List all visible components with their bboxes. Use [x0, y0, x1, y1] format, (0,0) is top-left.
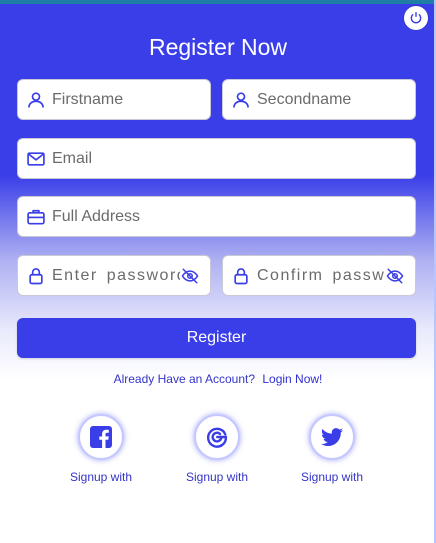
top-edge — [0, 0, 436, 4]
google-icon — [206, 427, 228, 448]
facebook-signup-button[interactable] — [78, 414, 124, 460]
lock-icon — [26, 266, 46, 286]
signup-with-label: Signup with — [300, 470, 364, 484]
secondname-input[interactable] — [257, 90, 415, 109]
eye-off-icon[interactable] — [385, 266, 405, 286]
page-title: Register Now — [148, 34, 288, 60]
google-signup-button[interactable] — [194, 414, 240, 460]
user-icon — [231, 90, 251, 110]
confirm-password-input[interactable] — [257, 266, 385, 285]
login-prompt-text: Already Have an Account? — [113, 372, 256, 386]
firstname-input[interactable] — [52, 90, 210, 109]
user-icon — [26, 90, 46, 110]
address-input[interactable] — [52, 207, 415, 226]
facebook-signup[interactable]: Signup with — [56, 414, 146, 484]
google-signup[interactable]: Signup with — [172, 414, 262, 484]
login-prompt-row: Already Have an Account? Login Now! — [0, 372, 436, 386]
register-card: Register Now Firstname Secondname Email … — [0, 0, 436, 543]
email-field[interactable] — [17, 138, 416, 179]
briefcase-icon — [26, 207, 46, 227]
secondname-field[interactable] — [222, 79, 416, 120]
twitter-signup[interactable]: Signup with — [287, 414, 377, 484]
password-input[interactable] — [52, 266, 180, 285]
twitter-icon — [321, 428, 343, 446]
twitter-signup-button[interactable] — [309, 414, 355, 460]
login-link[interactable]: Login Now! — [262, 372, 322, 386]
email-input[interactable] — [52, 149, 415, 168]
refresh-button[interactable] — [404, 6, 428, 30]
signup-with-label: Signup with — [69, 470, 133, 484]
register-button[interactable]: Register — [17, 318, 416, 358]
password-field[interactable] — [17, 255, 211, 296]
firstname-field[interactable] — [17, 79, 211, 120]
address-field[interactable] — [17, 196, 416, 237]
refresh-icon — [410, 12, 422, 24]
lock-icon — [231, 266, 251, 286]
signup-with-label: Signup with — [185, 470, 249, 484]
confirm-password-field[interactable] — [222, 255, 416, 296]
eye-off-icon[interactable] — [180, 266, 200, 286]
mail-icon — [26, 149, 46, 169]
facebook-icon — [90, 426, 112, 448]
